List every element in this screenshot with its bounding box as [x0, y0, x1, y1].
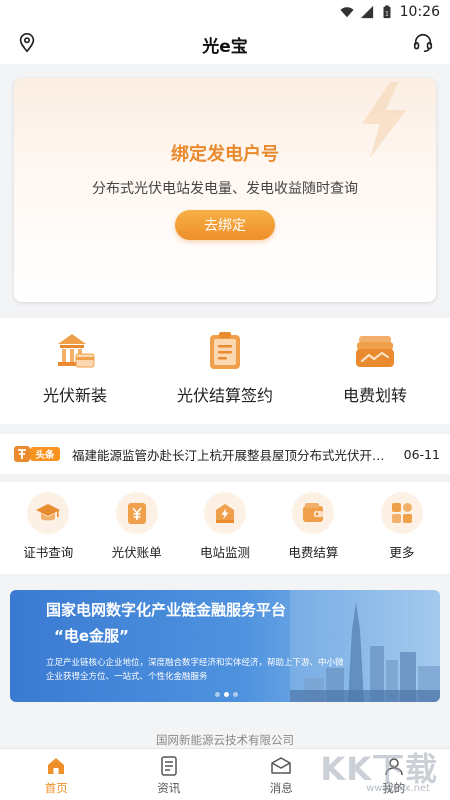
- message-icon: [271, 757, 291, 774]
- bind-card-description: 分布式光伏电站发电量、发电收益随时查询: [92, 181, 358, 197]
- city-skyline-image: [290, 590, 440, 702]
- wallet-icon: [303, 503, 324, 522]
- document-icon: [161, 756, 177, 776]
- company-name: 国网新能源云技术有限公司: [156, 733, 294, 747]
- quick-item-label: 证书查询: [23, 545, 74, 560]
- bind-account-card: 绑定发电户号 分布式光伏电站发电量、发电收益随时查询 去绑定: [14, 78, 436, 302]
- tab-news[interactable]: 资讯: [113, 749, 226, 800]
- quick-actions-grid: 证书查询 光伏账单 电站监测 电费结算 更多: [0, 482, 450, 574]
- wallet-stack-icon: [356, 336, 394, 367]
- banner-title: 国家电网数字化产业链金融服务平台: [46, 601, 287, 619]
- quick-item-label: 电费结算: [288, 545, 339, 560]
- headset-icon[interactable]: [412, 32, 434, 54]
- carousel-dot[interactable]: [233, 692, 238, 697]
- quick-item-label: 光伏账单: [111, 545, 162, 560]
- quick-item-fee-settlement[interactable]: 电费结算: [269, 482, 357, 574]
- grid-more-icon: [391, 503, 412, 523]
- tab-label: 我的: [382, 781, 406, 795]
- quick-item-station-monitor[interactable]: 电站监测: [181, 482, 269, 574]
- carousel-dot[interactable]: [215, 692, 220, 697]
- battery-icon: 1: [383, 5, 391, 19]
- page-title: 光e宝: [202, 36, 248, 57]
- bottom-tab-bar: 首页 资讯 消息 我的: [0, 748, 450, 800]
- service-label: 电费划转: [342, 386, 407, 405]
- tab-label: 首页: [44, 781, 68, 795]
- svg-text:1: 1: [385, 11, 389, 18]
- quick-item-more[interactable]: 更多: [358, 482, 446, 574]
- quick-item-pv-bill[interactable]: 光伏账单: [92, 482, 180, 574]
- location-pin-icon[interactable]: [16, 32, 38, 54]
- banner-description: 立足产业链核心企业地位，深度融合数字经济和实体经济，帮助上下游、中小微企业获得全…: [46, 658, 344, 682]
- carousel-dots: [215, 692, 238, 697]
- carousel-dot-active[interactable]: [224, 692, 229, 697]
- nav-bar: 光e宝: [0, 24, 450, 64]
- services-row: 光伏新装 光伏结算签约 电费划转: [0, 318, 450, 424]
- clipboard-icon: [210, 332, 240, 369]
- status-bar: 1 10:26: [0, 0, 450, 24]
- signal-icon: [360, 5, 373, 19]
- tab-profile[interactable]: 我的: [338, 749, 450, 800]
- service-fee-transfer[interactable]: 电费划转: [300, 318, 450, 424]
- service-pv-settlement[interactable]: 光伏结算签约: [150, 318, 300, 424]
- bind-button[interactable]: 去绑定: [175, 210, 275, 240]
- quick-item-label: 更多: [389, 545, 415, 560]
- wifi-icon: [340, 7, 354, 18]
- home-icon: [48, 758, 65, 774]
- headline-badge-text: 头条: [35, 449, 55, 461]
- service-label: 光伏新装: [42, 386, 107, 405]
- headline-badge-icon: 头条: [14, 446, 60, 462]
- user-icon: [385, 758, 403, 776]
- bind-card-title: 绑定发电户号: [171, 144, 279, 165]
- news-date: 06-11: [403, 446, 440, 462]
- service-pv-install[interactable]: 光伏新装: [0, 318, 150, 424]
- tab-home[interactable]: 首页: [0, 749, 113, 800]
- news-ticker[interactable]: 头条 福建能源监管办赴长汀上杭开展整县屋顶分布式光伏开发试点工作 06-11: [0, 434, 450, 474]
- tab-messages[interactable]: 消息: [225, 749, 338, 800]
- quick-item-certificate[interactable]: 证书查询: [4, 482, 92, 574]
- service-label: 光伏结算签约: [176, 386, 273, 405]
- power-station-icon: [216, 504, 235, 523]
- tab-label: 资讯: [157, 781, 181, 795]
- bank-card-icon: [58, 334, 95, 368]
- status-time: 10:26: [399, 4, 440, 20]
- banner-subtitle: “电e金服”: [54, 627, 129, 645]
- graduation-cap-icon: [36, 504, 61, 521]
- tab-label: 消息: [269, 781, 293, 795]
- promo-banner[interactable]: 国家电网数字化产业链金融服务平台 “电e金服” 立足产业链核心企业地位，深度融合…: [10, 590, 440, 702]
- news-headline[interactable]: 福建能源监管办赴长汀上杭开展整县屋顶分布式光伏开发试点工作: [72, 445, 396, 464]
- quick-item-label: 电站监测: [200, 545, 251, 560]
- yuan-bill-icon: [127, 503, 146, 524]
